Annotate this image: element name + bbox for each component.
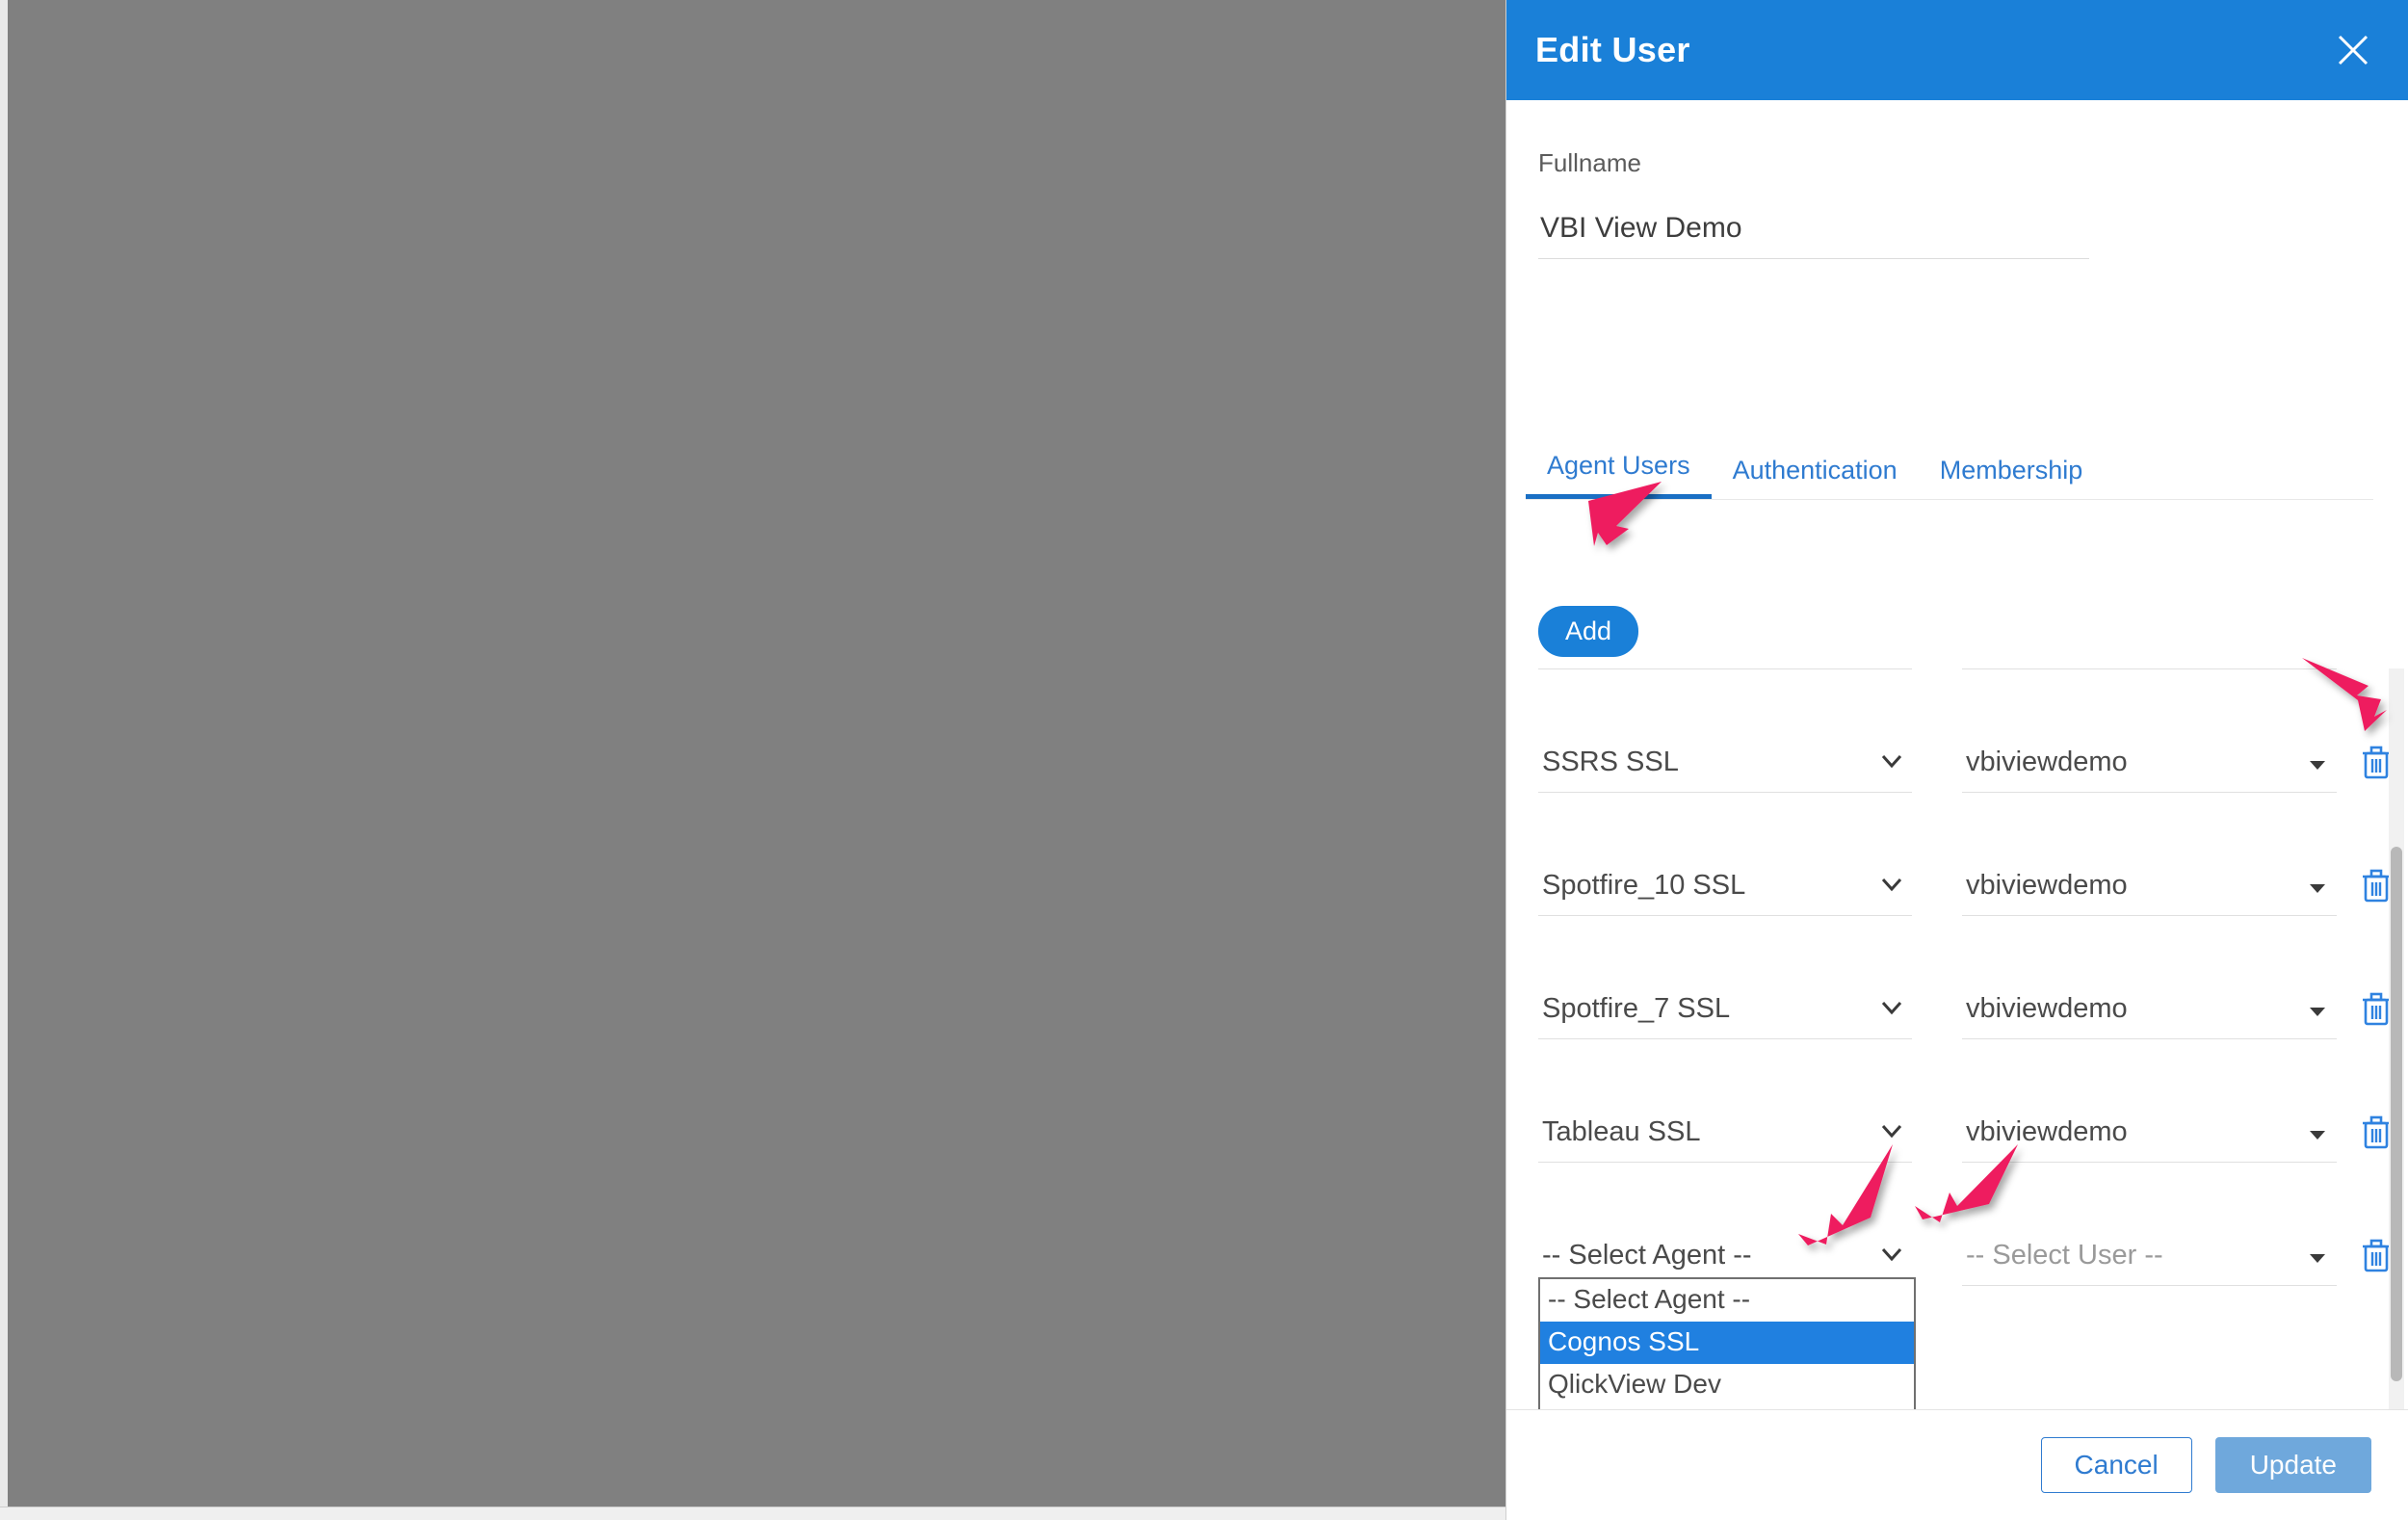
- row-name-cell: VBI View Demo: [213, 512, 685, 542]
- app-sub-bar: [0, 116, 1505, 188]
- dropdown-option-cognos-ssl[interactable]: Cognos SSL: [1540, 1321, 1914, 1364]
- dialog-header: Edit User: [1506, 0, 2408, 100]
- agent-select[interactable]: Tableau SSL: [1538, 1114, 1912, 1163]
- dialog-tabs: Agent Users Authentication Membership: [1526, 442, 2373, 500]
- window-bottom-edge: [0, 1507, 1505, 1520]
- agent-list-scrollbar[interactable]: [2389, 668, 2404, 1409]
- user-select-new-value: -- Select User --: [1962, 1238, 2337, 1286]
- user-select[interactable]: vbiviewdemo: [1962, 991, 2337, 1039]
- column-menu-button[interactable]: [685, 437, 772, 467]
- power-bi-icon: [1134, 508, 1174, 547]
- tableau-icon: [1082, 506, 1120, 549]
- user-select-value: vbiviewdemo: [1962, 868, 2337, 916]
- agent-row: SSRS SSL vbiviewdemo: [1526, 735, 2393, 858]
- agent-select-value: Tableau SSL: [1538, 1114, 1912, 1163]
- agent-select-value: QlikSense SSL: [1538, 662, 1912, 669]
- delete-row-button[interactable]: [2360, 745, 2393, 781]
- checkbox-checked-icon: [106, 436, 137, 468]
- sap-icon: SAP: [1024, 511, 1068, 543]
- svg-text:SAP: SAP: [1034, 518, 1060, 533]
- edit-button[interactable]: Edit: [77, 313, 170, 365]
- agent-select[interactable]: QlikSense SSL: [1538, 662, 1912, 669]
- agent-select[interactable]: Spotfire_10 SSL: [1538, 868, 1912, 916]
- delete-row-button[interactable]: [2360, 1114, 2393, 1151]
- dialog-body: Fullname Agent Users Authentication Memb…: [1506, 100, 2408, 1409]
- user-select-value: vbiviewdemo: [1962, 745, 2337, 793]
- update-button[interactable]: Update: [2214, 1437, 2371, 1493]
- dropdown-option-select-agent[interactable]: -- Select Agent --: [1540, 1279, 1914, 1322]
- row-expand-button[interactable]: [165, 511, 213, 543]
- screen-root: User Manager (1) Edit Delete Manage Repo…: [0, 0, 2408, 1520]
- dialog-title: Edit User: [1535, 30, 1690, 69]
- agent-rows-list: QlikSense SSL vbiviewdemo: [1526, 662, 2393, 1351]
- cancel-button[interactable]: Cancel: [2040, 1437, 2192, 1493]
- column-header-agents-label: Agents: [772, 437, 850, 466]
- column-header-agents[interactable]: Agents: [772, 437, 1511, 467]
- qlik-sense-icon: [976, 506, 1010, 549]
- user-select-value: vbiviewdemo: [1962, 991, 2337, 1039]
- user-select[interactable]: vbiviewdemo: [1962, 868, 2337, 916]
- delete-row-button[interactable]: [2360, 868, 2393, 904]
- tab-agent-users[interactable]: Agent Users: [1526, 447, 1712, 499]
- dropdown-option-sharepoint-sch-ssl[interactable]: SharePoint_Sch SSL: [1540, 1405, 1914, 1409]
- dialog-footer: Cancel Update: [1506, 1409, 2408, 1520]
- grid-toolbar: Edit Delete Manage Reports: [77, 313, 556, 365]
- cloud-icon: [922, 509, 962, 546]
- user-select-new[interactable]: -- Select User --: [1962, 1238, 2337, 1286]
- column-header-name[interactable]: Name: [165, 437, 685, 467]
- agent-select[interactable]: SSRS SSL: [1538, 745, 1912, 793]
- manage-reports-button[interactable]: Manage Reports: [327, 313, 556, 365]
- agent-select[interactable]: Spotfire_7 SSL: [1538, 991, 1912, 1039]
- list-indent-icon[interactable]: [46, 40, 91, 77]
- table-row[interactable]: VBI View Demo SAP: [78, 490, 1511, 565]
- row-select-checkbox[interactable]: [78, 511, 165, 543]
- close-icon[interactable]: [2329, 26, 2377, 74]
- select-all-checkbox[interactable]: [78, 436, 165, 468]
- tab-authentication[interactable]: Authentication: [1712, 452, 1919, 499]
- edit-user-dialog: Edit User Fullname Agent Users Authentic…: [1505, 0, 2408, 1520]
- agent-row: Spotfire_10 SSL vbiviewdemo: [1526, 858, 2393, 982]
- delete-row-button[interactable]: [2360, 991, 2393, 1028]
- chevron-right-icon: [179, 511, 198, 543]
- window-left-edge: [0, 0, 8, 1520]
- qlik-icon: [818, 506, 856, 549]
- agent-select-value: SSRS SSL: [1538, 745, 1912, 793]
- agent-dropdown-list[interactable]: -- Select Agent -- Cognos SSL QlickView …: [1538, 1277, 1916, 1409]
- agent-select-value: Spotfire_7 SSL: [1538, 991, 1912, 1039]
- page-title: User Manager (1): [79, 246, 340, 281]
- user-select-value: vbiviewdemo: [1962, 662, 2337, 669]
- agent-row: QlikSense SSL vbiviewdemo: [1526, 662, 2393, 735]
- tab-membership[interactable]: Membership: [1919, 452, 2105, 499]
- user-select[interactable]: vbiviewdemo: [1962, 662, 2337, 669]
- user-grid: Name Agents VBI View Demo SAP: [77, 414, 1512, 1339]
- agent-select-value: Spotfire_10 SSL: [1538, 868, 1912, 916]
- row-agents-cell: SAP: [685, 506, 1511, 549]
- agent-row: Spotfire_7 SSL vbiviewdemo: [1526, 982, 2393, 1105]
- ssrs-icon: [714, 508, 752, 547]
- agent-row: Tableau SSL vbiviewdemo: [1526, 1105, 2393, 1228]
- fullname-field[interactable]: [1538, 206, 2089, 259]
- column-header-name-label: Name: [165, 437, 232, 466]
- hamburger-menu-icon: [713, 437, 744, 467]
- user-select-value: vbiviewdemo: [1962, 1114, 2337, 1163]
- spotfire-icon: [870, 506, 908, 549]
- grid-header-row: Name Agents: [78, 415, 1511, 490]
- row-name-label: VBI View Demo: [213, 512, 388, 541]
- fullname-label: Fullname: [1538, 148, 1641, 177]
- sort-ascending-icon[interactable]: [291, 438, 316, 467]
- user-select[interactable]: vbiviewdemo: [1962, 745, 2337, 793]
- delete-button[interactable]: Delete: [188, 313, 308, 365]
- reports-icon: [766, 506, 804, 549]
- checkbox-checked-icon: [106, 511, 137, 543]
- app-top-bar: [0, 0, 1505, 115]
- add-button[interactable]: Add: [1538, 606, 1639, 657]
- delete-row-button[interactable]: [2360, 1238, 2393, 1274]
- user-select[interactable]: vbiviewdemo: [1962, 1114, 2337, 1163]
- scrollbar-thumb[interactable]: [2391, 847, 2402, 1381]
- filter-icon[interactable]: [247, 440, 275, 465]
- dropdown-option-qlickview-dev[interactable]: QlickView Dev: [1540, 1364, 1914, 1406]
